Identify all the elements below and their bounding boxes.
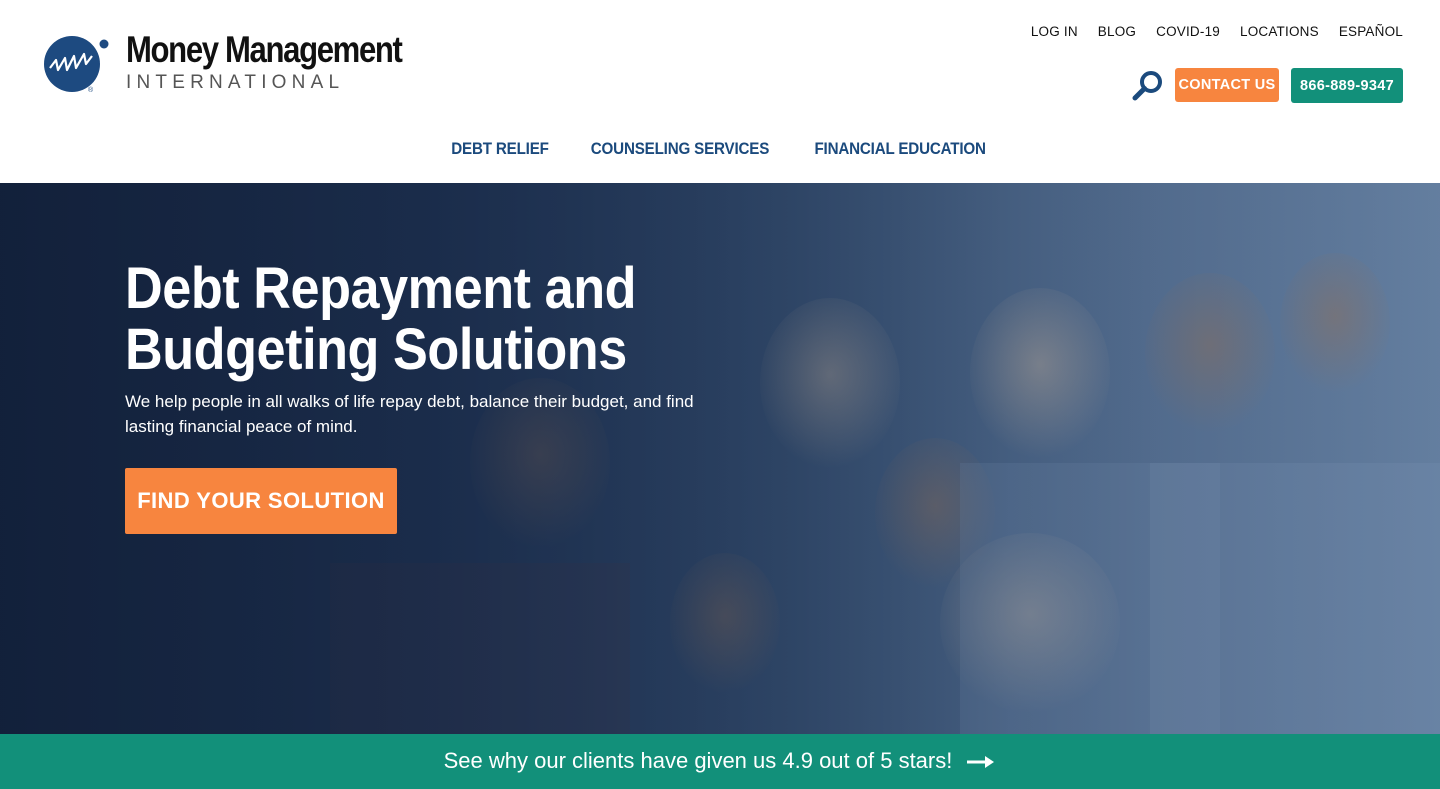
- util-nav-espanol[interactable]: ESPAÑOL: [1339, 23, 1403, 41]
- logo-title: Money Management: [126, 29, 403, 70]
- mmi-circle-logo-icon: ®: [44, 36, 109, 94]
- search-icon: [1132, 71, 1162, 101]
- hero-section: Debt Repayment and Budgeting Solutions W…: [0, 183, 1440, 734]
- main-nav-debt-relief[interactable]: DEBT RELIEF: [451, 138, 549, 160]
- hero-title: Debt Repayment and Budgeting Solutions: [125, 256, 637, 382]
- hero-description: We help people in all walks of life repa…: [125, 392, 694, 436]
- logo-subtitle: INTERNATIONAL: [126, 72, 345, 93]
- reviews-banner[interactable]: See why our clients have given us 4.9 ou…: [0, 734, 1440, 789]
- util-nav-blog[interactable]: BLOG: [1098, 23, 1136, 41]
- reviews-banner-text: See why our clients have given us 4.9 ou…: [443, 747, 953, 773]
- contact-us-button[interactable]: CONTACT US: [1175, 68, 1279, 102]
- utility-nav: LOG IN BLOG COVID-19 LOCATIONS ESPAÑOL: [1031, 23, 1403, 41]
- site-logo[interactable]: ® Money Management INTERNATIONAL: [36, 30, 456, 96]
- util-nav-login[interactable]: LOG IN: [1031, 23, 1078, 41]
- main-nav-financial-education[interactable]: FINANCIAL EDUCATION: [814, 138, 986, 160]
- find-your-solution-button[interactable]: FIND YOUR SOLUTION: [125, 468, 397, 534]
- search-button[interactable]: [1130, 68, 1166, 104]
- util-nav-covid[interactable]: COVID-19: [1156, 23, 1220, 41]
- main-nav: DEBT RELIEF COUNSELING SERVICES FINANCIA…: [0, 138, 1440, 160]
- util-nav-locations[interactable]: LOCATIONS: [1240, 23, 1319, 41]
- svg-text:®: ®: [88, 86, 94, 94]
- phone-button[interactable]: 866-889-9347: [1291, 68, 1403, 103]
- arrow-right-icon: [967, 755, 995, 768]
- main-nav-counseling-services[interactable]: COUNSELING SERVICES: [591, 138, 770, 160]
- site-header: ® Money Management INTERNATIONAL LOG IN …: [0, 0, 1440, 183]
